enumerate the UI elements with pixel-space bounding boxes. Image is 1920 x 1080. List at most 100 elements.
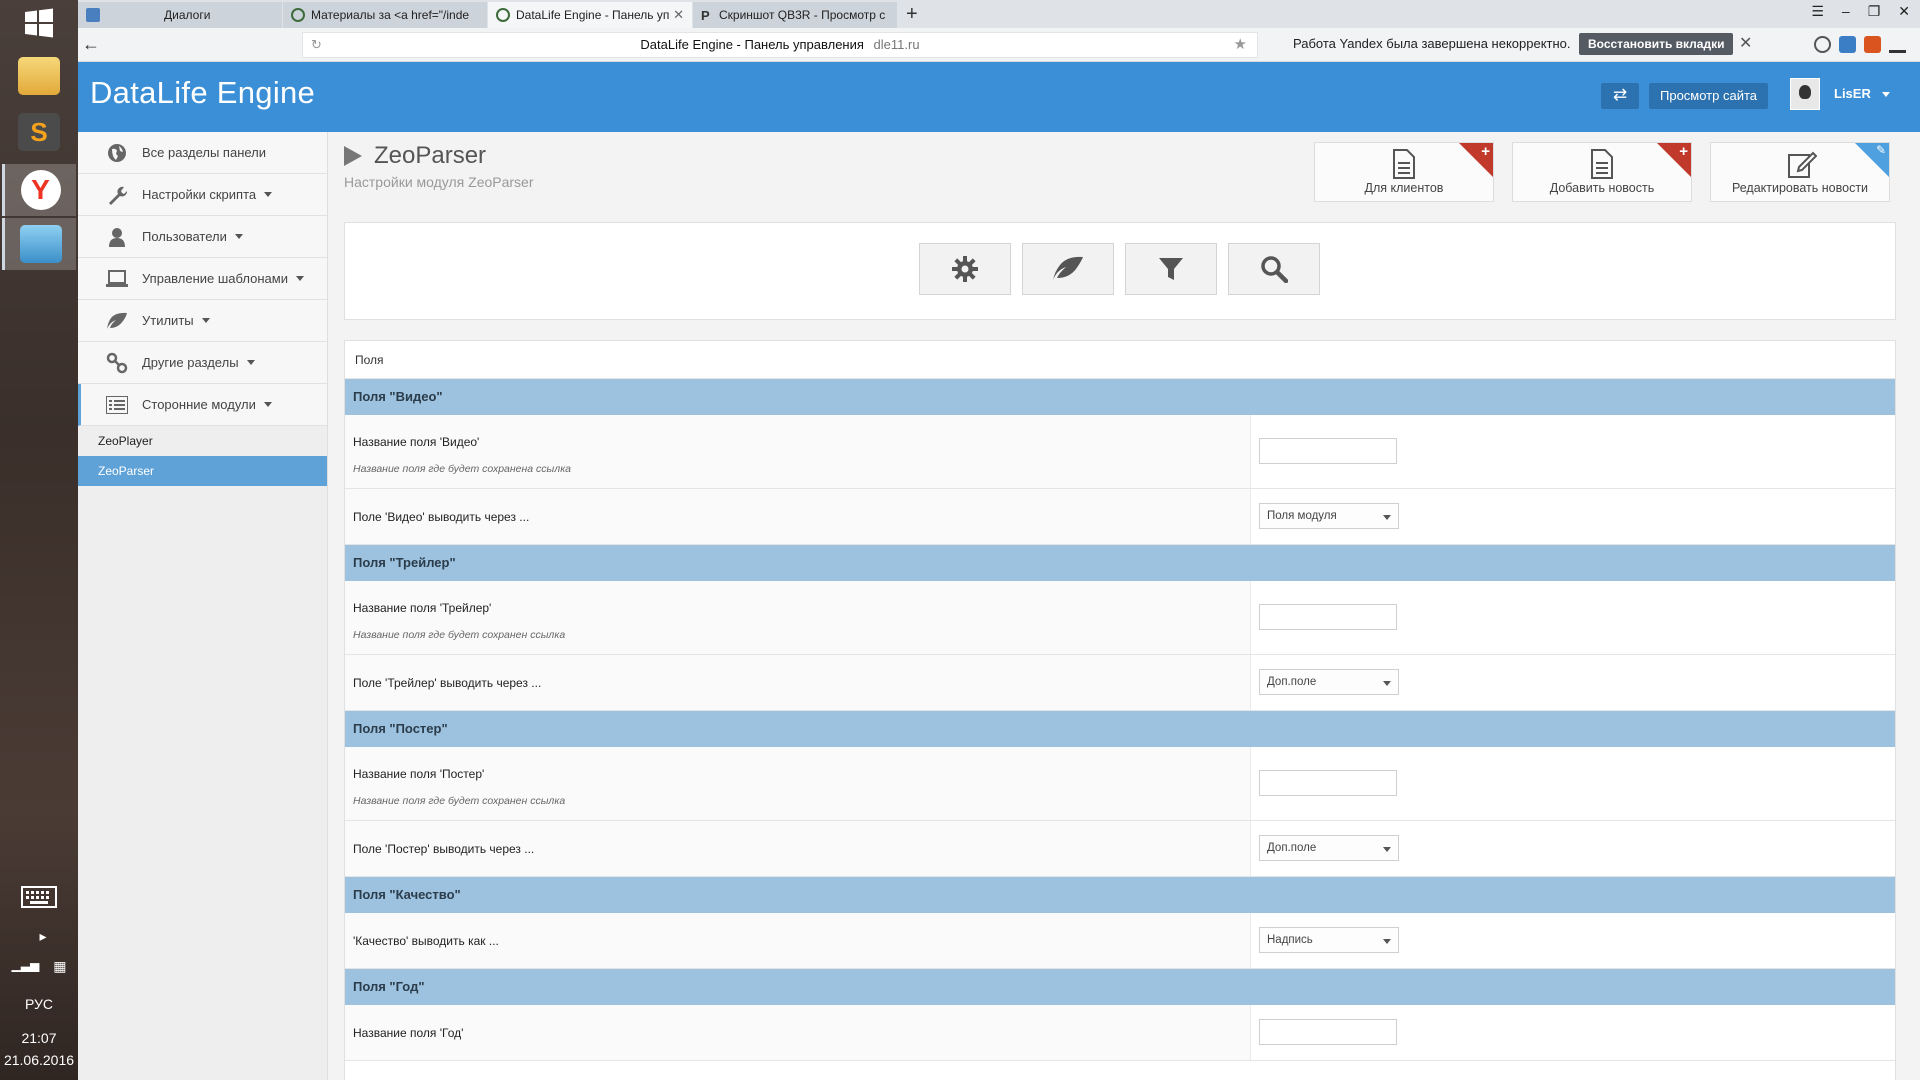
sidebar-item-label: Пользователи	[142, 229, 227, 244]
tab-datalife-active[interactable]: DataLife Engine - Панель уп ✕	[488, 2, 692, 28]
taskbar-explorer[interactable]	[2, 50, 76, 102]
windows-tray-icon[interactable]: ▦	[53, 958, 66, 975]
restore-tabs-button[interactable]: Восстановить вкладки	[1579, 33, 1734, 55]
sidebar-item-other-sections[interactable]: Другие разделы	[78, 342, 327, 384]
setting-label: Поле 'Трейлер' выводить через ...	[353, 676, 542, 690]
clock-time[interactable]: 21:07	[0, 1030, 78, 1046]
tray-icons: ▁▃▅ ▦	[0, 958, 78, 975]
close-window-icon[interactable]: ✕	[1898, 3, 1910, 20]
user-menu[interactable]: LisER	[1834, 86, 1891, 101]
sidebar-item-label: Утилиты	[142, 313, 194, 328]
menu-icon[interactable]: ☰	[1811, 3, 1824, 20]
gear-icon	[952, 256, 978, 282]
setting-label-cell	[345, 747, 1250, 820]
adblock-extension-icon[interactable]	[1839, 36, 1856, 53]
new-tab-button[interactable]: +	[898, 2, 926, 28]
windows-start-button[interactable]	[0, 0, 78, 46]
leaf-icon	[1053, 256, 1083, 280]
window-controls: ☰ – ❐ ✕	[1811, 3, 1910, 20]
url-domain: dle11.ru	[873, 37, 920, 52]
tab-close-icon[interactable]: ✕	[673, 7, 684, 23]
minimize-icon[interactable]: –	[1842, 3, 1850, 20]
view-site-button[interactable]: Просмотр сайта	[1649, 83, 1769, 109]
mail-extension-icon[interactable]	[1864, 36, 1881, 53]
tab-screenshot[interactable]: P Скриншот QB3R - Просмотр с	[693, 2, 897, 28]
year-field-name-input[interactable]	[1259, 1019, 1397, 1045]
user-name: LisER	[1834, 86, 1871, 101]
trailer-field-name-input[interactable]	[1259, 604, 1397, 630]
wrench-icon	[106, 184, 128, 206]
quality-output-select[interactable]: Надпись	[1259, 927, 1399, 953]
chevron-down-icon	[234, 234, 243, 239]
plus-icon: +	[1481, 143, 1490, 160]
language-indicator[interactable]: РУС	[0, 996, 78, 1012]
sidebar-item-users[interactable]: Пользователи	[78, 216, 327, 258]
swap-button[interactable]: ⇄	[1601, 83, 1639, 109]
tab-dialogs[interactable]: Диалоги	[78, 2, 282, 28]
restore-icon[interactable]: ❐	[1868, 3, 1881, 20]
sidebar-item-script-settings[interactable]: Настройки скрипта	[78, 174, 327, 216]
sidebar-item-utilities[interactable]: Утилиты	[78, 300, 327, 342]
video-field-name-input[interactable]	[1259, 438, 1397, 464]
setting-control-cell: Доп.поле	[1250, 821, 1895, 876]
sidebar-item-third-party-modules[interactable]: Сторонние модули	[78, 384, 327, 426]
back-arrow-icon[interactable]: ←	[82, 34, 104, 56]
sidebar-item-all-sections[interactable]: Все разделы панели	[78, 132, 327, 174]
sync-extension-icon[interactable]	[1814, 36, 1831, 53]
reload-icon[interactable]: ↻	[311, 33, 322, 57]
keyboard-icon[interactable]	[0, 886, 78, 911]
setting-label: 'Качество' выводить как ...	[353, 934, 499, 948]
search-tool-button[interactable]	[1228, 243, 1320, 295]
chevron-down-icon	[295, 276, 304, 281]
taskbar-remote[interactable]	[2, 218, 76, 270]
sidebar-subitem-zeoplayer[interactable]: ZeoPlayer	[78, 426, 327, 456]
yandex-browser-icon: Y	[20, 170, 61, 210]
tray-expand-icon[interactable]: ▸	[18, 928, 68, 945]
clock-date[interactable]: 21.06.2016	[0, 1052, 78, 1068]
setting-row: Поле 'Видео' выводить через ... Поля мод…	[345, 489, 1895, 545]
url-field[interactable]: ↻ DataLife Engine - Панель управления dl…	[302, 32, 1258, 58]
leaf-tool-button[interactable]	[1022, 243, 1114, 295]
setting-label: Название поля 'Постер'	[353, 767, 485, 781]
trailer-output-select[interactable]: Доп.поле	[1259, 669, 1399, 695]
for-clients-button[interactable]: + Для клиентов	[1314, 142, 1494, 202]
edit-icon	[1788, 151, 1817, 178]
sidebar-item-templates[interactable]: Управление шаблонами	[78, 258, 327, 300]
brand-logo[interactable]: DataLife Engine	[90, 75, 315, 111]
setting-control-cell: Поля модуля	[1250, 489, 1895, 544]
add-news-button[interactable]: + Добавить новость	[1512, 142, 1692, 202]
taskbar-sublime[interactable]: S	[2, 106, 76, 158]
setting-control-cell	[1250, 1005, 1895, 1060]
bookmark-star-icon[interactable]: ★	[1234, 33, 1247, 57]
filter-tool-button[interactable]	[1125, 243, 1217, 295]
pencil-icon: ✎	[1875, 143, 1886, 157]
setting-row: Название поля 'Год'	[345, 1005, 1895, 1061]
taskbar-yandex[interactable]: Y	[2, 164, 76, 216]
poster-output-select[interactable]: Доп.поле	[1259, 835, 1399, 861]
chevron-down-icon	[246, 360, 255, 365]
edit-news-button[interactable]: ✎ Редактировать новости	[1710, 142, 1890, 202]
chevron-down-icon	[1383, 939, 1391, 944]
avatar[interactable]	[1790, 78, 1820, 110]
sidebar-subitem-zeoparser[interactable]: ZeoParser	[78, 456, 327, 486]
setting-control-cell	[1250, 747, 1895, 820]
plus-icon: +	[1679, 143, 1688, 160]
download-icon[interactable]	[1889, 36, 1906, 53]
video-output-select[interactable]: Поля модуля	[1259, 503, 1399, 529]
notice-close-icon[interactable]: ✕	[1739, 33, 1752, 53]
signal-icon[interactable]: ▁▃▅	[12, 958, 40, 975]
p-favicon-icon: P	[701, 8, 710, 23]
dle-favicon-icon	[496, 8, 510, 22]
poster-field-name-input[interactable]	[1259, 770, 1397, 796]
settings-tool-button[interactable]	[919, 243, 1011, 295]
tab-materials[interactable]: Материалы за <a href="/inde	[283, 2, 487, 28]
windows-logo-icon	[25, 8, 53, 38]
sublime-icon: S	[18, 113, 60, 151]
setting-row: Название поля 'Трейлер' Название поля гд…	[345, 581, 1895, 655]
document-icon	[1591, 149, 1613, 179]
select-value: Поля модуля	[1267, 510, 1337, 522]
setting-label: Поле 'Постер' выводить через ...	[353, 842, 535, 856]
setting-control-cell	[1250, 415, 1895, 488]
chevron-down-icon	[201, 318, 210, 323]
section-header-year: Поля "Год"	[345, 969, 1895, 1005]
